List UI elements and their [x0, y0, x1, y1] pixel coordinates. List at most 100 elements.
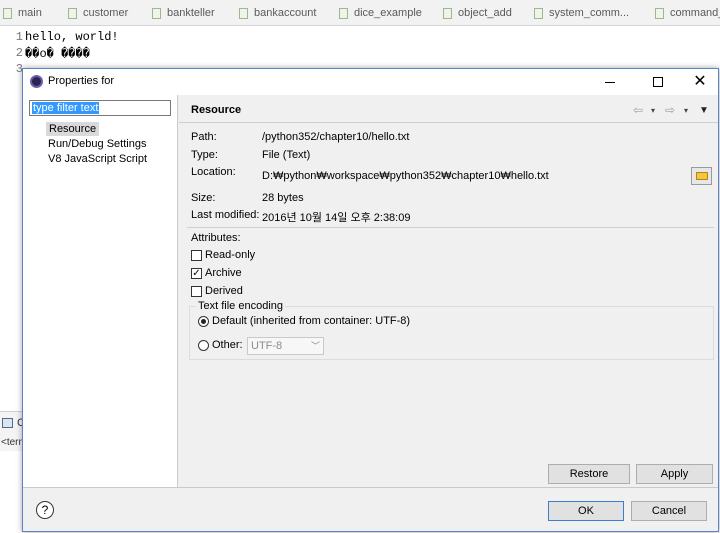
- editor-tab-main[interactable]: main: [3, 0, 42, 26]
- checkbox-box[interactable]: [191, 285, 202, 297]
- console-icon: [2, 418, 13, 428]
- editor-tab-customer[interactable]: customer: [68, 0, 128, 26]
- path-label: Path:: [191, 131, 217, 143]
- separator: [187, 227, 714, 228]
- tree-item-resource[interactable]: Resource: [46, 122, 100, 136]
- minimize-button[interactable]: [589, 69, 631, 95]
- check-icon: ✓: [192, 267, 201, 279]
- close-icon: ✕: [693, 73, 707, 90]
- attributes-label: Attributes:: [191, 232, 241, 244]
- location-value: D:₩python₩workspace₩python352₩chapter10₩…: [262, 170, 549, 182]
- editor-tab-dice-example[interactable]: dice_example: [339, 0, 422, 26]
- filter-placeholder: type filter text: [32, 102, 100, 114]
- minimize-icon: [605, 81, 615, 83]
- property-page-tree-pane: type filter text Resource Run/Debug Sett…: [23, 95, 178, 487]
- radio-button-selected[interactable]: [198, 315, 209, 327]
- checkbox-label: Archive: [205, 267, 242, 279]
- close-button[interactable]: ✕: [679, 69, 720, 95]
- editor-tab-label: command_...: [670, 7, 720, 19]
- editor-tab-label: main: [18, 7, 42, 19]
- editor-tab-label: customer: [83, 7, 129, 19]
- checkbox-label: Derived: [205, 285, 243, 297]
- archive-checkbox[interactable]: ✓ Archive: [191, 267, 242, 279]
- file-icon: [239, 7, 248, 19]
- editor-tab-bankteller[interactable]: bankteller: [152, 0, 215, 26]
- checkbox-box-checked[interactable]: ✓: [191, 267, 202, 279]
- dialog-button-bar: ? OK Cancel: [23, 487, 718, 531]
- maximize-icon: [653, 77, 663, 87]
- line-text: ��o� ����: [25, 46, 90, 61]
- apply-button[interactable]: Apply: [636, 464, 713, 484]
- last-modified-label: Last modified:: [191, 209, 260, 221]
- editor-tab-object-add[interactable]: object_add: [443, 0, 512, 26]
- editor-tab-label: system_comm...: [549, 7, 630, 19]
- type-value: File (Text): [262, 149, 311, 161]
- file-icon: [339, 7, 348, 19]
- editor-tab-bar: main customer bankteller bankaccount dic…: [0, 0, 720, 26]
- encoding-select[interactable]: UTF-8 ﹀: [247, 337, 324, 355]
- line-number: 3: [15, 62, 23, 76]
- line-text: hello, world!: [25, 30, 119, 44]
- radio-label: Default (inherited from container: UTF-8…: [212, 315, 411, 327]
- eclipse-icon: [30, 75, 43, 88]
- editor-tab-label: object_add: [458, 7, 512, 19]
- tree-item-v8-javascript[interactable]: V8 JavaScript Script: [48, 153, 147, 165]
- editor-line: 2 ��o� ����: [0, 45, 90, 61]
- forward-arrow-icon[interactable]: ⇨: [665, 103, 675, 117]
- editor-tab-system-comm[interactable]: system_comm...: [534, 0, 629, 26]
- editor-tab-bankaccount[interactable]: bankaccount: [239, 0, 316, 26]
- back-arrow-icon[interactable]: ⇦: [633, 103, 643, 117]
- help-icon[interactable]: ?: [36, 501, 54, 519]
- maximize-button[interactable]: [637, 69, 679, 95]
- ok-button[interactable]: OK: [548, 501, 624, 521]
- derived-checkbox[interactable]: Derived: [191, 285, 243, 297]
- filter-input[interactable]: type filter text: [29, 100, 171, 116]
- forward-dropdown-icon[interactable]: ▾: [684, 106, 688, 115]
- page-title: Resource: [191, 104, 242, 116]
- line-number: 2: [15, 46, 23, 60]
- size-value: 28 bytes: [262, 192, 304, 204]
- other-encoding-radio[interactable]: Other:: [198, 339, 243, 351]
- page-header: Resource ⇦ ▾ ⇨ ▾ ▼: [179, 95, 718, 123]
- size-label: Size:: [191, 192, 216, 204]
- tree-item-run-debug-settings[interactable]: Run/Debug Settings: [48, 138, 146, 150]
- editor-tab-label: bankteller: [167, 7, 215, 19]
- file-icon: [152, 7, 161, 19]
- text-file-encoding-group: Text file encoding Default (inherited fr…: [189, 300, 714, 360]
- dialog-titlebar[interactable]: Properties for ✕: [23, 69, 718, 95]
- editor-tab-label: bankaccount: [254, 7, 317, 19]
- editor-line: 1 hello, world!: [0, 29, 119, 45]
- line-number: 1: [15, 30, 23, 44]
- properties-dialog: Properties for ✕ type filter text Resour…: [22, 68, 719, 532]
- radio-label: Other:: [212, 339, 243, 351]
- path-value: /python352/chapter10/hello.txt: [262, 131, 410, 143]
- folder-arrow-icon: [695, 172, 708, 180]
- restore-defaults-button[interactable]: Restore Defaults: [548, 464, 630, 498]
- file-icon: [68, 7, 77, 19]
- radio-dot: [201, 318, 206, 324]
- last-modified-value: 2016년 10월 14일 오후 2:38:09: [262, 212, 411, 224]
- chevron-down-icon: ﹀: [310, 341, 320, 351]
- resource-properties-page: Resource ⇦ ▾ ⇨ ▾ ▼ Path: /python352/chap…: [179, 95, 718, 498]
- view-menu-icon[interactable]: ▼: [699, 105, 709, 116]
- dialog-title: Properties for: [48, 75, 115, 87]
- console-panel-strip: C <term: [0, 411, 27, 451]
- encoding-group-title: Text file encoding: [196, 300, 285, 312]
- show-in-explorer-button[interactable]: [691, 167, 712, 185]
- checkbox-box[interactable]: [191, 249, 202, 261]
- encoding-select-value: UTF-8: [251, 340, 283, 352]
- default-encoding-radio[interactable]: Default (inherited from container: UTF-8…: [198, 315, 410, 327]
- checkbox-label: Read-only: [205, 249, 256, 261]
- radio-button[interactable]: [198, 339, 209, 351]
- read-only-checkbox[interactable]: Read-only: [191, 249, 255, 261]
- file-icon: [3, 7, 12, 19]
- file-icon: [534, 7, 543, 19]
- back-dropdown-icon[interactable]: ▾: [651, 106, 655, 115]
- type-label: Type:: [191, 149, 218, 161]
- editor-tab-label: dice_example: [354, 7, 422, 19]
- location-label: Location:: [191, 166, 236, 178]
- editor-tab-command[interactable]: command_...: [655, 0, 720, 26]
- file-icon: [443, 7, 452, 19]
- file-icon: [655, 7, 664, 19]
- cancel-button[interactable]: Cancel: [631, 501, 707, 521]
